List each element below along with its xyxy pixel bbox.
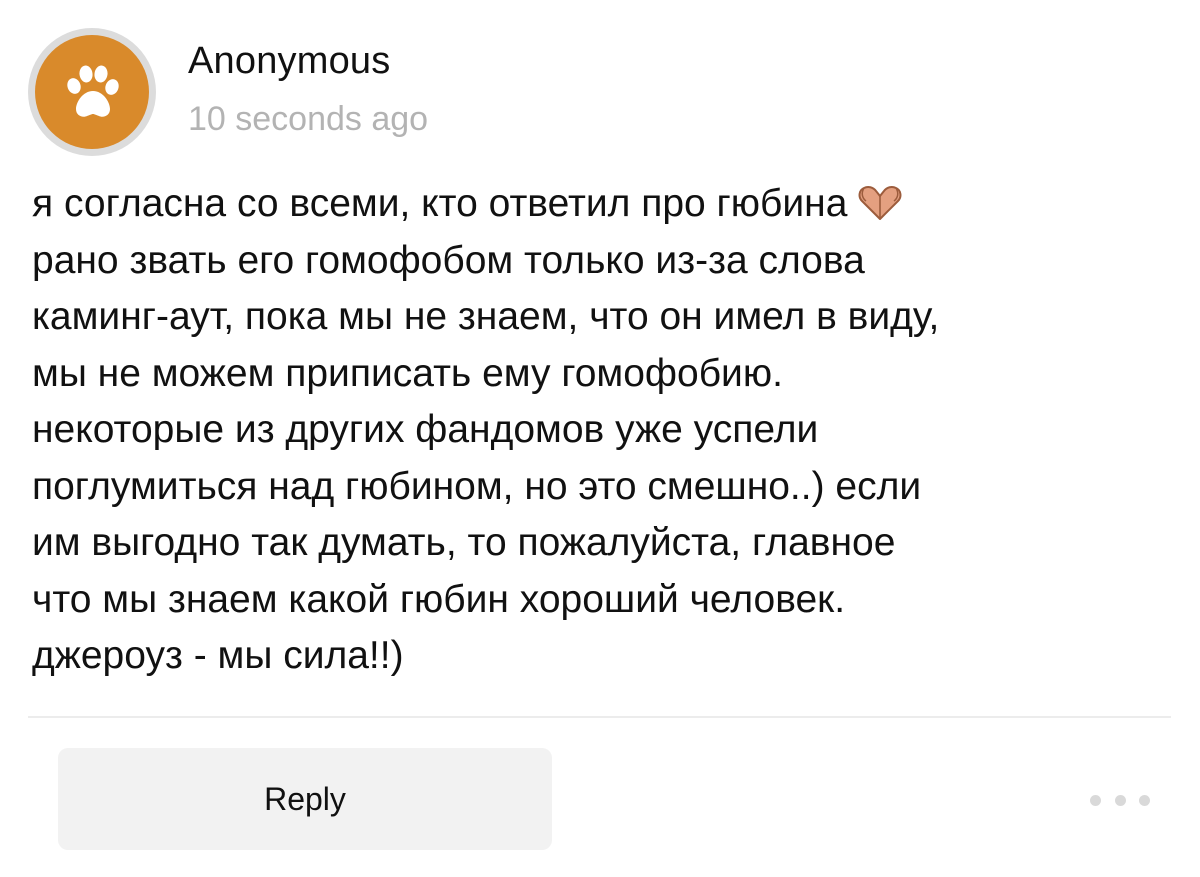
comment-text: я согласна со всеми, кто ответил про гюб… <box>32 176 1172 685</box>
paw-icon <box>67 65 119 117</box>
comment-line: я согласна со всеми, кто ответил про гюб… <box>32 176 1172 233</box>
more-dot <box>1139 794 1150 806</box>
comment-line: мы не можем приписать ему гомофобию. <box>32 351 783 395</box>
comment-line: некоторые из других фандомов уже успели <box>32 408 819 451</box>
more-dot <box>1090 794 1101 806</box>
more-dot <box>1114 794 1126 806</box>
comment-timestamp: 10 seconds ago <box>188 100 429 138</box>
reply-button[interactable]: Reply <box>58 748 552 850</box>
author-name[interactable]: Anonymous <box>188 40 390 83</box>
avatar-circle <box>35 35 149 149</box>
avatar[interactable] <box>28 28 156 156</box>
comment-line: каминг-аут, пока мы не знаем, что он име… <box>32 295 940 338</box>
comment-line: поглумиться над гюбином, но это смешно..… <box>32 464 922 508</box>
divider <box>28 716 1171 718</box>
comment-line: рано звать его гомофобом только из-за сл… <box>32 238 865 282</box>
more-dots-icon[interactable] <box>1090 786 1150 814</box>
comment-line: им выгодно так думать, то пожалуйста, гл… <box>32 521 896 564</box>
comment-line: что мы знаем какой гюбин хороший человек… <box>32 577 846 621</box>
comment-line: джероуз - мы сила!!) <box>32 634 404 677</box>
heart-hands-icon <box>858 186 902 220</box>
